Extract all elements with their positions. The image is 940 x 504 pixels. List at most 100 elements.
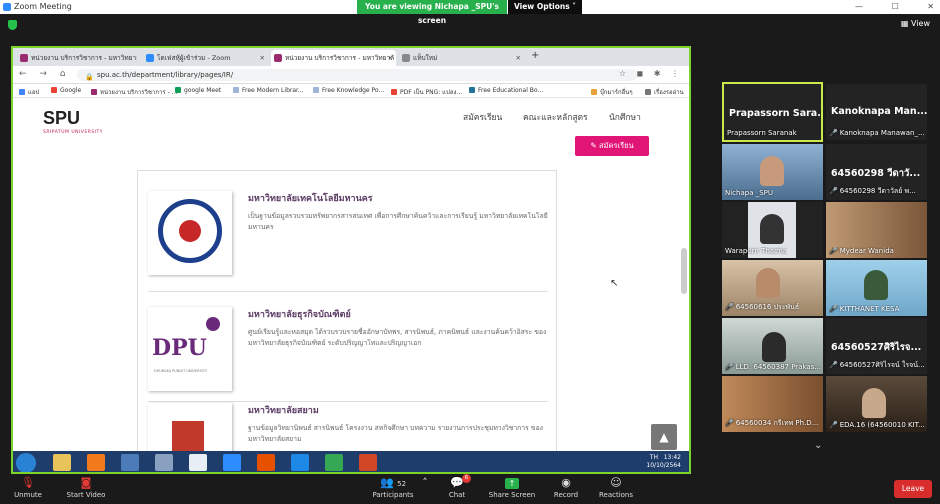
- participants-label: Participants: [372, 491, 414, 499]
- zoom-taskbar-icon[interactable]: [223, 454, 241, 471]
- browser-tab[interactable]: หน่วยงาน บริการวิชาการ - มหาวิทยาลั: [17, 50, 137, 66]
- participant-video-tile[interactable]: Waraporn Thaima: [722, 202, 823, 258]
- dpu-logo-text: DPU: [152, 335, 207, 361]
- smiley-icon: ☺: [610, 476, 622, 489]
- bookmarks-bar: แอป Google หน่วยงาน บริการวิชาการ - ... …: [13, 84, 689, 98]
- chrome-icon[interactable]: [325, 454, 343, 471]
- participant-display-name: 64560298 วีดาวั...: [831, 168, 921, 179]
- bookmark-apps[interactable]: แอป: [19, 87, 39, 97]
- browser-tab-active[interactable]: หน่วยงาน บริการวิชาการ - มหาวิทยาลั ✕: [271, 50, 396, 66]
- entry-title[interactable]: มหาวิทยาลัยธุรกิจบัณฑิตย์: [248, 307, 351, 321]
- new-tab-button[interactable]: +: [531, 50, 539, 61]
- bookmark-google[interactable]: Google: [51, 87, 81, 94]
- bookmark-knowledge[interactable]: Free Knowledge Po...: [313, 87, 384, 94]
- tools-icon[interactable]: [155, 454, 173, 471]
- close-tab-icon[interactable]: ✕: [516, 50, 521, 66]
- bookmark-reading[interactable]: เรื่องรออ่าน: [645, 87, 684, 97]
- bookmark-edu[interactable]: Free Educational Bo...: [469, 87, 543, 94]
- tab-label: โดเฟสหุ้ผู้เข้าร่วม - Zoom: [157, 54, 231, 62]
- back-to-top-button[interactable]: ▲: [651, 424, 677, 450]
- close-icon[interactable]: ✕: [927, 2, 934, 11]
- person-avatar: [760, 156, 784, 186]
- nav-students[interactable]: นักศึกษา: [609, 110, 641, 124]
- bookmark-library[interactable]: Free Modern Librar...: [233, 87, 304, 94]
- participant-name: LLD. 64560387 Prakas...: [735, 363, 821, 371]
- mouse-cursor-icon: ↖: [610, 278, 619, 289]
- participant-video-tile[interactable]: 🎤 64560034 กรีเทพ Ph.D...: [722, 376, 823, 432]
- leave-button[interactable]: Leave: [894, 480, 932, 498]
- language-indicator[interactable]: TH: [650, 454, 658, 461]
- extension-icons[interactable]: ☆ ◼ ✱ ⋮: [619, 69, 683, 78]
- close-tab-icon[interactable]: ✕: [388, 50, 393, 66]
- clock-time[interactable]: 13:42: [664, 454, 681, 461]
- mut-logo[interactable]: [148, 191, 232, 275]
- siam-logo-icon: [172, 421, 204, 451]
- close-tab-icon[interactable]: ✕: [260, 50, 265, 66]
- firefox-icon[interactable]: [257, 454, 275, 471]
- participant-name: Prapassorn Saranak: [727, 129, 797, 137]
- start-video-button[interactable]: ◙ Start Video: [64, 476, 108, 499]
- minimize-icon[interactable]: —: [855, 2, 863, 11]
- security-shield-icon[interactable]: [8, 20, 17, 30]
- record-button[interactable]: ◉ Record: [552, 476, 580, 499]
- explorer-icon[interactable]: [53, 454, 71, 471]
- share-screen-button[interactable]: ↑ Share Screen: [488, 476, 536, 499]
- bookmark-spu[interactable]: หน่วยงาน บริการวิชาการ - ...: [91, 87, 177, 97]
- tab-label: แท็บใหม่: [413, 54, 438, 62]
- participants-button[interactable]: 👥 52 Participants: [370, 476, 416, 499]
- apply-button[interactable]: ✎ สมัครเรียน: [575, 136, 649, 156]
- page-scrollbar[interactable]: [681, 248, 687, 294]
- system-tray: TH 13:42 10/10/2564: [646, 454, 681, 470]
- person-avatar: [762, 332, 786, 362]
- newtab-favicon: [402, 54, 410, 62]
- bookmark-meet[interactable]: google Meet: [175, 87, 221, 94]
- start-button[interactable]: [16, 453, 36, 472]
- browser-tab[interactable]: แท็บใหม่ ✕: [399, 50, 524, 66]
- person-avatar: [760, 214, 784, 244]
- unmute-button[interactable]: 🎙 Unmute: [14, 476, 42, 499]
- participant-tile[interactable]: 64560298 วีดาวั... 🎤 64560298 วีดาวัลย์ พ…: [826, 144, 927, 200]
- dpu-logo[interactable]: DPU DHURAKIJ PUNDIT UNIVERSITY: [148, 307, 232, 391]
- nav-buttons[interactable]: ← → ⌂: [19, 69, 71, 79]
- media-player-icon[interactable]: [87, 454, 105, 471]
- nav-faculties[interactable]: คณะและหลักสูตร: [523, 110, 588, 124]
- participant-video-tile[interactable]: Nichapa _SPU: [722, 144, 823, 200]
- url-input[interactable]: 🔒 spu.ac.th/department/library/pages/IR/: [77, 69, 637, 81]
- participant-video-tile[interactable]: 🎤 KITTHANET KESA: [826, 260, 927, 316]
- participant-display-name: Prapassorn Sara...: [729, 108, 823, 119]
- bookmark-other[interactable]: บุ๊กมาร์กอื่นๆ: [591, 87, 633, 97]
- reactions-button[interactable]: ☺ Reactions: [598, 476, 634, 499]
- participants-menu-arrow[interactable]: ˄: [420, 476, 430, 491]
- spu-logo[interactable]: SPU: [43, 108, 80, 129]
- entry-description: ฐานข้อมูลวิทยานิพนธ์ สารนิพนธ์ โครงงาน ส…: [248, 424, 543, 443]
- muted-mic-icon: 🎙: [21, 476, 35, 489]
- document-icon[interactable]: [189, 454, 207, 471]
- bookmark-pdf[interactable]: PDF เป็น PNG: แปลง...: [391, 87, 462, 97]
- participant-video-tile[interactable]: 🎤 64560616 ประพันธ์: [722, 260, 823, 316]
- record-icon: ◉: [561, 476, 571, 489]
- lock-icon[interactable]: 🔒: [85, 71, 94, 83]
- view-options-button[interactable]: View Options ˅: [508, 0, 582, 14]
- view-button[interactable]: ▦ View: [901, 19, 930, 28]
- entry-title[interactable]: มหาวิทยาลัยสยาม: [248, 403, 319, 417]
- shared-screen: หน่วยงาน บริการวิชาการ - มหาวิทยาลั โดเฟ…: [11, 46, 691, 474]
- reactions-label: Reactions: [598, 491, 634, 499]
- entry-title[interactable]: มหาวิทยาลัยเทคโนโลยีมหานคร: [248, 191, 373, 205]
- siam-logo[interactable]: [148, 403, 232, 451]
- ie-icon[interactable]: [291, 454, 309, 471]
- maximize-icon[interactable]: ☐: [892, 2, 899, 11]
- browser-tab[interactable]: โดเฟสหุ้ผู้เข้าร่วม - Zoom ✕: [143, 50, 268, 66]
- participant-tile[interactable]: Kanoknapa Man... 🎤 Kanoknapa Manawan_...: [826, 84, 927, 140]
- participant-video-tile[interactable]: 🎤 Mydear Wanida: [826, 202, 927, 258]
- participant-tile[interactable]: Prapassorn Sara... Prapassorn Saranak: [722, 82, 823, 142]
- participant-video-tile[interactable]: 🎤 EDA.16 (64560010 KIT...: [826, 376, 927, 432]
- nav-apply[interactable]: สมัครเรียน: [463, 110, 502, 124]
- participant-tile[interactable]: 64560527ศิริไรจ... 🎤 64560527ศิริไรจน์ ใร…: [826, 318, 927, 374]
- app-icon[interactable]: [121, 454, 139, 471]
- chevron-down-icon[interactable]: ⌄: [814, 440, 822, 451]
- muted-mic-icon: 🎤: [725, 303, 734, 311]
- powerpoint-icon[interactable]: [359, 454, 377, 471]
- participant-video-tile[interactable]: 🎤 LLD. 64560387 Prakas...: [722, 318, 823, 374]
- url-text: spu.ac.th/department/library/pages/IR/: [97, 71, 234, 79]
- clock-date[interactable]: 10/10/2564: [646, 462, 681, 469]
